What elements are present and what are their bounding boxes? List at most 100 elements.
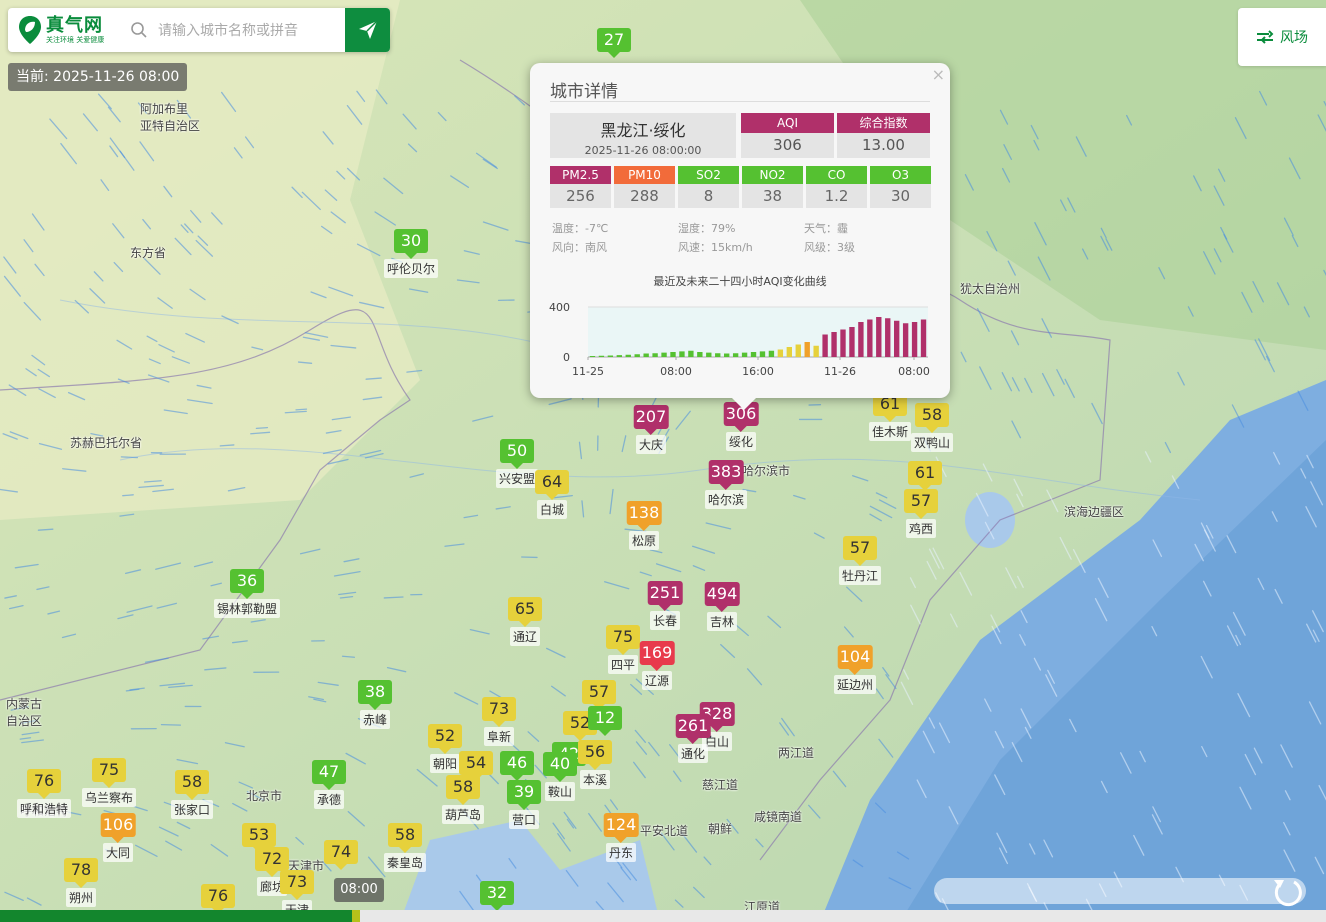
wind-streak	[189, 288, 206, 301]
wind-streak	[960, 351, 967, 363]
wind-streak	[463, 250, 480, 255]
x-tick-label: 16:00	[742, 365, 774, 378]
city-time: 2025-11-26 08:00:00	[584, 144, 702, 157]
wind-streak	[255, 426, 269, 430]
logo[interactable]: 真气网 关注环境 关爱健康	[18, 14, 104, 46]
place-label: 滨海边疆区	[1064, 505, 1125, 519]
wind-streak	[186, 399, 213, 405]
locate-button[interactable]	[345, 8, 390, 52]
aqi-marker[interactable]: 27	[597, 28, 631, 58]
wind-streak	[896, 851, 910, 860]
wind-streak	[604, 581, 630, 590]
wind-streak	[112, 223, 125, 239]
station-name: 牡丹江	[838, 566, 882, 585]
aqi-marker[interactable]: 58	[446, 775, 480, 805]
aqi-marker[interactable]: 58	[388, 823, 422, 853]
wind-streak	[703, 856, 712, 866]
search-input[interactable]	[156, 18, 345, 44]
aqi-marker[interactable]: 50	[500, 439, 534, 469]
aqi-marker[interactable]: 494	[704, 582, 740, 612]
aqi-marker[interactable]: 104	[837, 645, 873, 675]
playback-control[interactable]	[934, 874, 1314, 908]
pollutant-name: CO	[806, 166, 867, 184]
wind-streak	[1223, 233, 1234, 253]
aqi-marker[interactable]: 30	[394, 229, 428, 259]
place-label: 慈江道	[702, 778, 739, 792]
wind-streak	[1019, 634, 1026, 646]
wind-streak	[1013, 478, 1024, 497]
wind-streak	[548, 398, 572, 406]
wind-streak	[250, 431, 271, 435]
aqi-marker[interactable]: 73	[280, 870, 314, 900]
aqi-bar	[661, 352, 667, 357]
wind-streak	[49, 118, 68, 140]
wind-streak	[1020, 610, 1028, 624]
aqi-marker[interactable]: 207	[633, 405, 669, 435]
aqi-marker[interactable]: 64	[535, 470, 569, 500]
aqi-marker[interactable]: 261	[675, 714, 711, 744]
pollutant-name: PM10	[614, 166, 675, 184]
aqi-marker[interactable]: 76	[201, 884, 235, 914]
wind-streak	[147, 374, 170, 383]
wind-streak	[346, 167, 361, 181]
aqi-marker[interactable]: 56	[578, 740, 612, 770]
close-icon[interactable]: ×	[932, 65, 945, 84]
wind-streak	[74, 299, 89, 314]
aqi-marker[interactable]: 78	[64, 858, 98, 888]
aqi-marker[interactable]: 38	[358, 680, 392, 710]
aqi-bar	[724, 353, 730, 357]
aqi-marker[interactable]: 46	[500, 751, 534, 781]
aqi-marker[interactable]: 57	[843, 536, 877, 566]
aqi-marker[interactable]: 57	[582, 680, 616, 710]
aqi-marker[interactable]: 138	[626, 501, 662, 531]
aqi-marker[interactable]: 57	[904, 489, 938, 519]
pollutant-cell: PM10 288	[614, 166, 675, 208]
aqi-marker[interactable]: 58	[915, 403, 949, 433]
aqi-marker[interactable]: 169	[639, 641, 675, 671]
aqi-marker[interactable]: 52	[428, 724, 462, 754]
aqi-marker[interactable]: 32	[480, 881, 514, 911]
timeline-bar[interactable]	[0, 910, 1326, 922]
station-name: 哈尔滨	[704, 490, 748, 509]
aqi-marker[interactable]: 36	[230, 569, 264, 599]
aqi-marker[interactable]: 75	[606, 625, 640, 655]
aqi-marker[interactable]: 76	[27, 769, 61, 799]
wind-streak	[210, 582, 222, 587]
aqi-marker[interactable]: 39	[507, 780, 541, 810]
aqi-marker[interactable]: 383	[708, 460, 744, 490]
aqi-marker[interactable]: 12	[588, 706, 622, 736]
x-tick-label: 08:00	[898, 365, 930, 378]
aqi-marker[interactable]: 124	[603, 813, 639, 843]
aqi-marker[interactable]: 73	[482, 697, 516, 727]
aqi-marker[interactable]: 251	[647, 581, 683, 611]
x-tick-label: 08:00	[660, 365, 692, 378]
aqi-marker[interactable]: 106	[100, 813, 136, 843]
aqi-marker[interactable]: 47	[312, 760, 346, 790]
wind-direction: 风向：南风	[552, 241, 607, 254]
aqi-marker[interactable]: 74	[324, 840, 358, 870]
wind-streak	[1213, 185, 1225, 206]
wind-streak	[1017, 575, 1024, 588]
search-icon	[131, 22, 147, 38]
place-label: 两江道	[778, 746, 815, 760]
wind-field-button[interactable]: 风场	[1238, 8, 1326, 66]
aqi-marker[interactable]: 40	[543, 752, 577, 782]
place-label: 犹太自治州	[960, 282, 1021, 296]
wind-streak	[527, 731, 540, 742]
wind-streak	[365, 377, 382, 380]
timeline-handle[interactable]	[352, 910, 360, 922]
aqi-marker[interactable]: 54	[459, 751, 493, 781]
wind-streak	[1011, 377, 1020, 392]
aqi-marker[interactable]: 61	[908, 461, 942, 491]
aqi-marker[interactable]: 53	[242, 823, 276, 853]
aqi-bar	[831, 332, 837, 357]
humidity: 湿度：79%	[678, 222, 736, 235]
timeline-time-label: 08:00	[334, 878, 384, 902]
aqi-marker[interactable]: 65	[508, 597, 542, 627]
wind-streak	[1075, 136, 1087, 157]
wind-streak	[221, 315, 239, 325]
aqi-marker[interactable]: 75	[92, 758, 126, 788]
aqi-marker[interactable]: 72	[255, 847, 289, 877]
wind-streak	[878, 738, 894, 758]
aqi-marker[interactable]: 58	[175, 770, 209, 800]
